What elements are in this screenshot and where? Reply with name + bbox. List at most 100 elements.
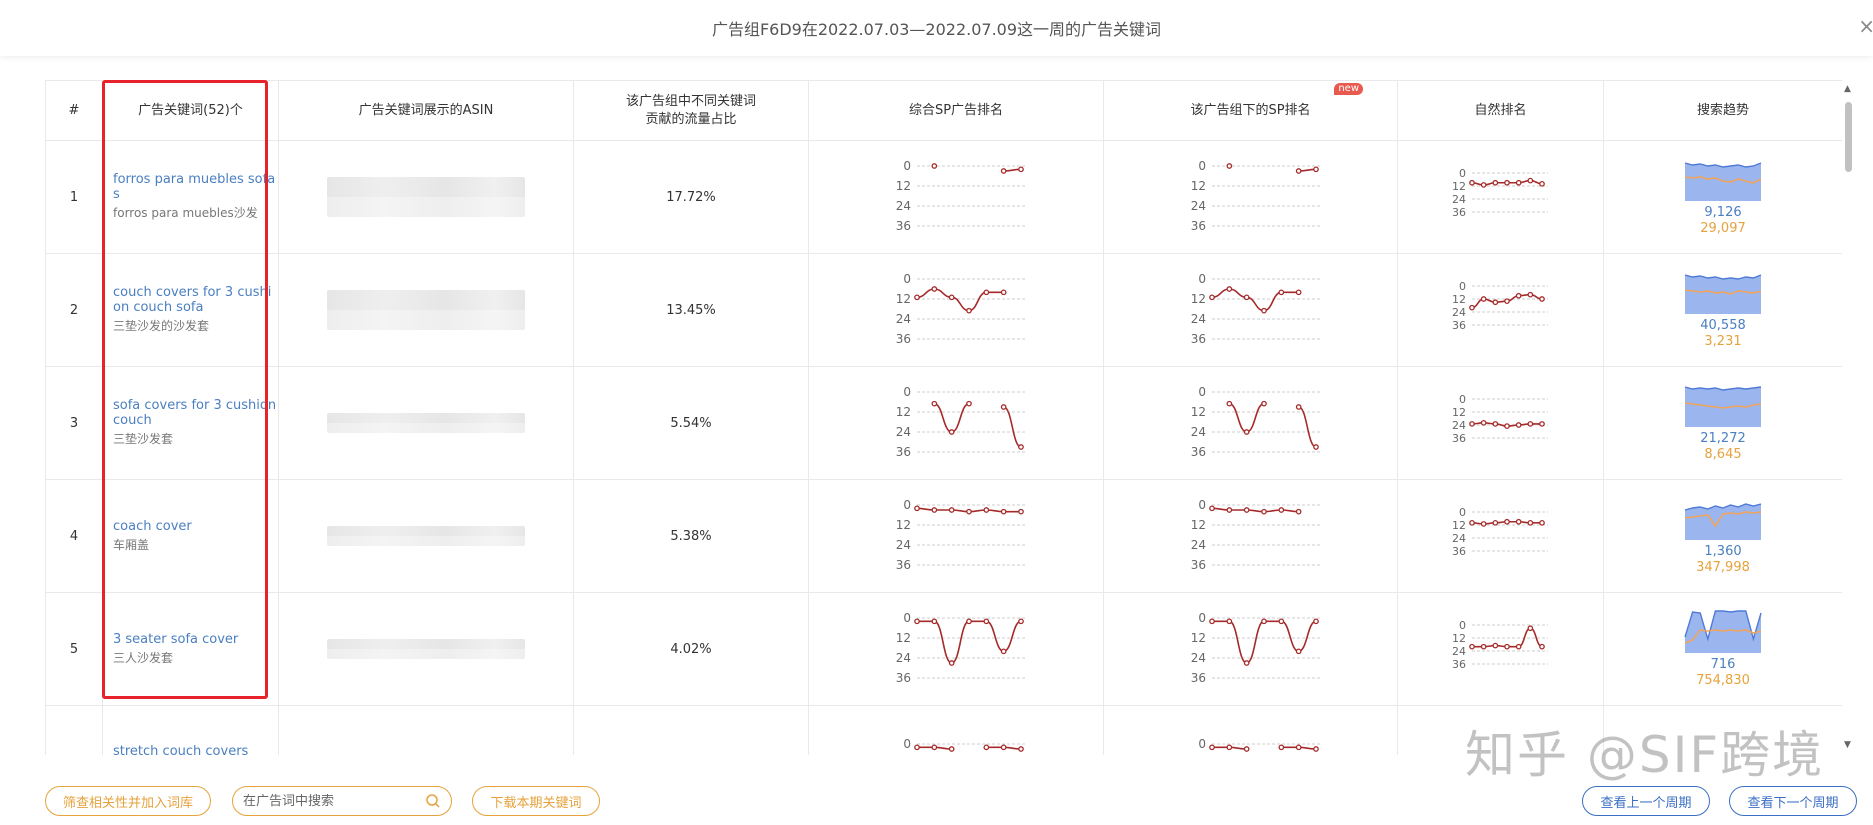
scrollbar-thumb[interactable] — [1845, 102, 1852, 172]
rank-axis-tick-label: 12 — [896, 179, 911, 193]
keyword-cell: forros para muebles sofas forros para mue… — [102, 140, 279, 254]
keyword-search-input[interactable] — [243, 793, 423, 809]
rank-series-line — [1228, 402, 1264, 433]
table-scrollbar[interactable]: ▲ ▼ — [1842, 80, 1855, 750]
trend-search-volume: 21,272 — [1700, 431, 1746, 446]
keyword-table-container[interactable]: # 广告关键词(52)个 广告关键词展示的ASIN 该广告组中不同关键词 贡献的… — [45, 80, 1842, 755]
rank-point — [983, 289, 990, 296]
trend-rank-value: 3,231 — [1704, 334, 1742, 349]
asin-blurred-image — [327, 526, 525, 546]
search-icon[interactable] — [425, 793, 441, 809]
rank-point — [931, 618, 938, 625]
group-sp-rank-cell: 0122436 — [1103, 479, 1398, 593]
rank-axis-tick-label: 12 — [1452, 519, 1466, 532]
rank-axis-tick-label: 36 — [896, 445, 911, 459]
sp-rank-cell: 0 12 24 36 — [808, 253, 1104, 367]
sp-rank-chart: 0 12 24 36 — [896, 159, 1027, 233]
trend-rank-value: 8,645 — [1704, 447, 1742, 462]
organic-rank-cell: 0 12 24 36 — [1397, 140, 1604, 254]
rank-axis-tick-label: 12 — [1190, 292, 1205, 306]
group-sp-rank-chart: 0122436 — [1198, 737, 1322, 752]
trend-search-volume: 40,558 — [1700, 318, 1746, 333]
rank-point — [1225, 744, 1232, 751]
rank-axis-tick-label: 24 — [1190, 199, 1205, 213]
next-period-button[interactable]: 查看下一个周期 — [1729, 786, 1857, 816]
rank-point — [1243, 507, 1250, 513]
rank-point — [914, 744, 920, 751]
keyword-cell: stretch couch covers — [102, 705, 279, 755]
keyword-link[interactable]: forros para muebles sofas — [113, 172, 278, 202]
rank-point — [948, 294, 955, 301]
keyword-link[interactable]: 3 seater sofa cover — [113, 632, 278, 647]
asin-blurred-image — [327, 413, 525, 433]
rank-axis-tick-label: 0 — [903, 159, 911, 173]
keyword-link[interactable]: couch covers for 3 cushion couch sofa — [113, 285, 278, 315]
rank-point — [1277, 507, 1284, 513]
rank-point — [1260, 400, 1267, 407]
rank-point — [1312, 444, 1319, 450]
asin-blurred-image — [327, 177, 525, 217]
search-trend-cell: 9,126 29,097 — [1603, 140, 1842, 254]
traffic-share-cell: 13.45% — [573, 253, 809, 367]
rank-point — [1295, 648, 1302, 655]
keyword-link[interactable]: coach cover — [113, 519, 278, 534]
rank-point — [966, 400, 972, 407]
keyword-link[interactable]: sofa covers for 3 cushion couch — [113, 398, 278, 428]
rank-point — [1225, 618, 1232, 625]
rank-axis-tick-label: 12 — [1452, 406, 1466, 419]
row-index: 4 — [69, 528, 79, 544]
asin-cell — [278, 366, 574, 480]
rank-point — [1295, 508, 1302, 515]
rank-point — [1208, 618, 1215, 625]
col-header-traffic-share-line1: 该广告组中不同关键词 — [625, 93, 756, 109]
rank-axis-tick-label: 36 — [1452, 545, 1466, 558]
rank-axis-tick-label: 36 — [896, 671, 911, 685]
rank-point — [983, 744, 990, 751]
traffic-share-value: 4.02% — [670, 641, 712, 657]
prev-period-button[interactable]: 查看上一个周期 — [1582, 786, 1710, 816]
rank-point — [1277, 744, 1284, 751]
download-keywords-button[interactable]: 下载本期关键词 — [472, 786, 600, 816]
rank-point — [1538, 180, 1545, 187]
rank-axis-tick-label: 24 — [1190, 651, 1205, 665]
rank-point — [1480, 521, 1487, 527]
keyword-translation: forros para muebles沙发 — [113, 206, 258, 220]
rank-point — [1260, 508, 1267, 515]
group-sp-rank-cell: 0122436 — [1103, 253, 1398, 367]
rank-point — [1526, 291, 1533, 298]
asin-cell — [278, 253, 574, 367]
rank-axis-tick-label: 0 — [1198, 737, 1206, 751]
scroll-down-icon[interactable]: ▼ — [1844, 740, 1851, 750]
rank-point — [948, 746, 955, 752]
group-sp-rank-chart: 0122436 — [1190, 272, 1322, 346]
rank-point — [1000, 404, 1007, 410]
table-row[interactable]: 2 couch covers for 3 cushion couch sofa 三垫… — [45, 253, 1842, 367]
rank-point — [1515, 643, 1522, 650]
rank-axis-tick-label: 12 — [896, 518, 911, 532]
rank-point — [1295, 289, 1302, 296]
table-row[interactable]: 53 seater sofa cover 三人沙发套 4.02% 0 12 24 36 0 12… — [45, 592, 1842, 706]
rank-point — [1000, 168, 1007, 174]
rank-axis-tick-label: 24 — [896, 538, 911, 552]
rank-axis-tick-label: 24 — [896, 199, 911, 213]
col-header-group-sp-rank: 该广告组下的SP排名 new — [1103, 80, 1398, 141]
table-row[interactable]: 3 sofa covers for 3 cushion couch 三垫沙发套 5.5… — [45, 366, 1842, 480]
close-icon[interactable]: × — [1858, 14, 1873, 38]
keyword-link[interactable]: stretch couch covers — [113, 744, 278, 755]
filter-add-to-library-button[interactable]: 筛查相关性并加入词库 — [45, 786, 211, 816]
table-row[interactable]: stretch couch covers 0122436 0122436 — [45, 705, 1842, 755]
rank-point — [1225, 507, 1232, 513]
organic-rank-cell: 0 12 24 36 — [1397, 479, 1604, 593]
keyword-search-box[interactable] — [232, 786, 452, 816]
rank-point — [1312, 166, 1319, 173]
group-sp-rank-cell: 0122436 — [1103, 705, 1398, 755]
table-row[interactable]: 4 coach cover 车厢盖 5.38% 0 12 24 36 0 12 24 36 0 12 24 3… — [45, 479, 1842, 593]
rank-axis-tick-label: 36 — [1190, 332, 1205, 346]
rank-point — [1480, 419, 1487, 426]
scroll-up-icon[interactable]: ▲ — [1844, 84, 1851, 94]
rank-point — [1468, 179, 1475, 186]
table-row[interactable]: 1 forros para muebles sofas forros para mu… — [45, 140, 1842, 254]
row-index-cell: 5 — [45, 592, 103, 706]
rank-point — [931, 400, 938, 407]
organic-rank-cell: 0 12 24 36 — [1397, 592, 1604, 706]
